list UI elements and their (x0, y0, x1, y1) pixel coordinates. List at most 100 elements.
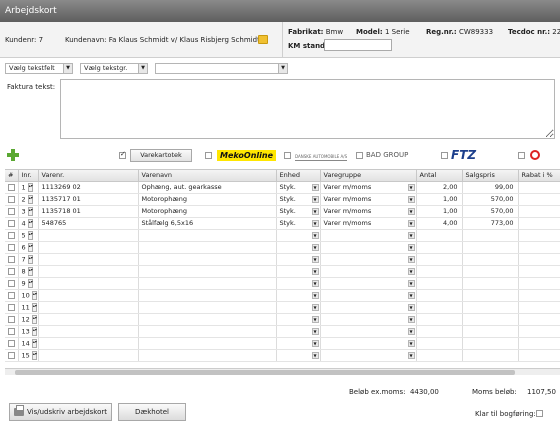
varenr-cell[interactable] (38, 289, 139, 302)
varenavn-cell[interactable] (138, 349, 277, 362)
enhed-cell[interactable]: Styk. ▼ (276, 217, 321, 230)
rabat-cell[interactable] (518, 301, 560, 314)
varegruppe-cell[interactable]: Varer m/moms ▼ (320, 205, 417, 218)
chevron-down-icon[interactable]: ▼ (311, 183, 319, 191)
table-row[interactable]: 10 ▴▾ ▼ ▼ (5, 289, 560, 302)
varenavn-cell[interactable] (138, 301, 277, 314)
chevron-down-icon[interactable]: ▼ (407, 255, 415, 263)
antal-cell[interactable] (416, 277, 463, 290)
enhed-cell[interactable]: ▼ (276, 349, 321, 362)
rabat-cell[interactable] (518, 217, 560, 230)
print-arbejdskort-button[interactable]: Vis/udskriv arbejdskort (9, 403, 113, 421)
enhed-cell[interactable]: ▼ (276, 325, 321, 338)
stepper-icon[interactable]: ▴▾ (31, 326, 37, 336)
varenavn-cell[interactable] (138, 325, 277, 338)
row-select-cell[interactable] (5, 229, 19, 242)
chevron-down-icon[interactable]: ▼ (311, 339, 319, 347)
varenavn-cell[interactable] (138, 289, 277, 302)
rabat-cell[interactable] (518, 193, 560, 206)
varekartotek-checkbox[interactable] (119, 150, 126, 159)
table-row[interactable]: 8 ▴▾ ▼ ▼ (5, 265, 560, 278)
tekstgr-select[interactable]: Vælg tekstgr. ▼ (80, 63, 148, 74)
chevron-down-icon[interactable]: ▼ (407, 327, 415, 335)
table-row[interactable]: 11 ▴▾ ▼ ▼ (5, 301, 560, 314)
row-checkbox[interactable] (7, 183, 15, 191)
enhed-cell[interactable]: ▼ (276, 265, 321, 278)
row-checkbox[interactable] (7, 303, 15, 311)
row-select-cell[interactable] (5, 349, 19, 362)
rabat-cell[interactable] (518, 205, 560, 218)
chevron-down-icon[interactable]: ▼ (407, 279, 415, 287)
row-select-cell[interactable] (5, 337, 19, 350)
chevron-down-icon[interactable]: ▼ (407, 267, 415, 275)
column-header[interactable]: Varegruppe (320, 170, 417, 182)
enhed-cell[interactable]: Styk. ▼ (276, 181, 321, 194)
chevron-down-icon[interactable]: ▼ (407, 243, 415, 251)
chevron-down-icon[interactable]: ▼ (311, 219, 319, 227)
rabat-cell[interactable] (518, 181, 560, 194)
antal-cell[interactable] (416, 301, 463, 314)
row-checkbox[interactable] (7, 243, 15, 251)
column-header[interactable]: Inr. (18, 170, 39, 182)
antal-cell[interactable] (416, 229, 463, 242)
stepper-icon[interactable]: ▴▾ (31, 350, 37, 360)
horizontal-scrollbar[interactable] (5, 368, 560, 375)
row-select-cell[interactable] (5, 193, 19, 206)
varegruppe-cell[interactable]: Varer m/moms ▼ (320, 181, 417, 194)
varenr-cell[interactable] (38, 229, 139, 242)
rabat-cell[interactable] (518, 241, 560, 254)
varegruppe-cell[interactable]: ▼ (320, 253, 417, 266)
gp-logo-icon[interactable] (530, 150, 540, 160)
table-row[interactable]: 14 ▴▾ ▼ ▼ (5, 337, 560, 350)
folder-icon[interactable] (258, 35, 268, 44)
row-checkbox[interactable] (7, 231, 15, 239)
varegruppe-cell[interactable]: ▼ (320, 313, 417, 326)
chevron-down-icon[interactable]: ▼ (311, 243, 319, 251)
row-select-cell[interactable] (5, 289, 19, 302)
row-select-cell[interactable] (5, 205, 19, 218)
table-row[interactable]: 5 ▴▾ ▼ ▼ (5, 229, 560, 242)
enhed-cell[interactable]: ▼ (276, 337, 321, 350)
scrollbar-thumb[interactable] (15, 370, 515, 375)
stepper-icon[interactable]: ▴▾ (31, 314, 37, 324)
stepper-icon[interactable]: ▴▾ (27, 206, 33, 216)
varegruppe-cell[interactable]: ▼ (320, 265, 417, 278)
table-row[interactable]: 13 ▴▾ ▼ ▼ (5, 325, 560, 338)
table-row[interactable]: 6 ▴▾ ▼ ▼ (5, 241, 560, 254)
row-checkbox[interactable] (7, 291, 15, 299)
stepper-icon[interactable]: ▴▾ (31, 338, 37, 348)
rabat-cell[interactable] (518, 265, 560, 278)
varenavn-cell[interactable]: Motorophæng (138, 193, 277, 206)
tekstfelt-select[interactable]: Vælg tekstfelt ▼ (5, 63, 73, 74)
salgspris-cell[interactable] (462, 313, 519, 326)
varegruppe-cell[interactable]: ▼ (320, 301, 417, 314)
row-select-cell[interactable] (5, 301, 19, 314)
row-select-cell[interactable] (5, 181, 19, 194)
stepper-icon[interactable]: ▴▾ (27, 182, 33, 192)
salgspris-cell[interactable] (462, 229, 519, 242)
column-header[interactable]: # (5, 170, 19, 182)
antal-cell[interactable] (416, 337, 463, 350)
chevron-down-icon[interactable]: ▼ (407, 183, 415, 191)
table-row[interactable]: 3 ▴▾ 1135718 01 Motorophæng Styk. ▼ Varer m/m… (5, 205, 560, 218)
antal-cell[interactable] (416, 253, 463, 266)
varenavn-cell[interactable] (138, 229, 277, 242)
salgspris-cell[interactable] (462, 349, 519, 362)
varegruppe-cell[interactable]: ▼ (320, 229, 417, 242)
row-select-cell[interactable] (5, 217, 19, 230)
chevron-down-icon[interactable]: ▼ (311, 195, 319, 203)
chevron-down-icon[interactable]: ▼ (311, 255, 319, 263)
varenr-cell[interactable] (38, 277, 139, 290)
stepper-icon[interactable]: ▴▾ (31, 290, 37, 300)
varenr-cell[interactable] (38, 313, 139, 326)
chevron-down-icon[interactable]: ▼ (407, 315, 415, 323)
enhed-cell[interactable]: ▼ (276, 241, 321, 254)
row-select-cell[interactable] (5, 265, 19, 278)
salgspris-cell[interactable]: 570,00 (462, 193, 519, 206)
enhed-cell[interactable]: Styk. ▼ (276, 205, 321, 218)
enhed-cell[interactable]: ▼ (276, 277, 321, 290)
varegruppe-cell[interactable]: ▼ (320, 241, 417, 254)
rabat-cell[interactable] (518, 337, 560, 350)
stepper-icon[interactable]: ▴▾ (27, 230, 33, 240)
third-select[interactable]: ▼ (155, 63, 288, 74)
